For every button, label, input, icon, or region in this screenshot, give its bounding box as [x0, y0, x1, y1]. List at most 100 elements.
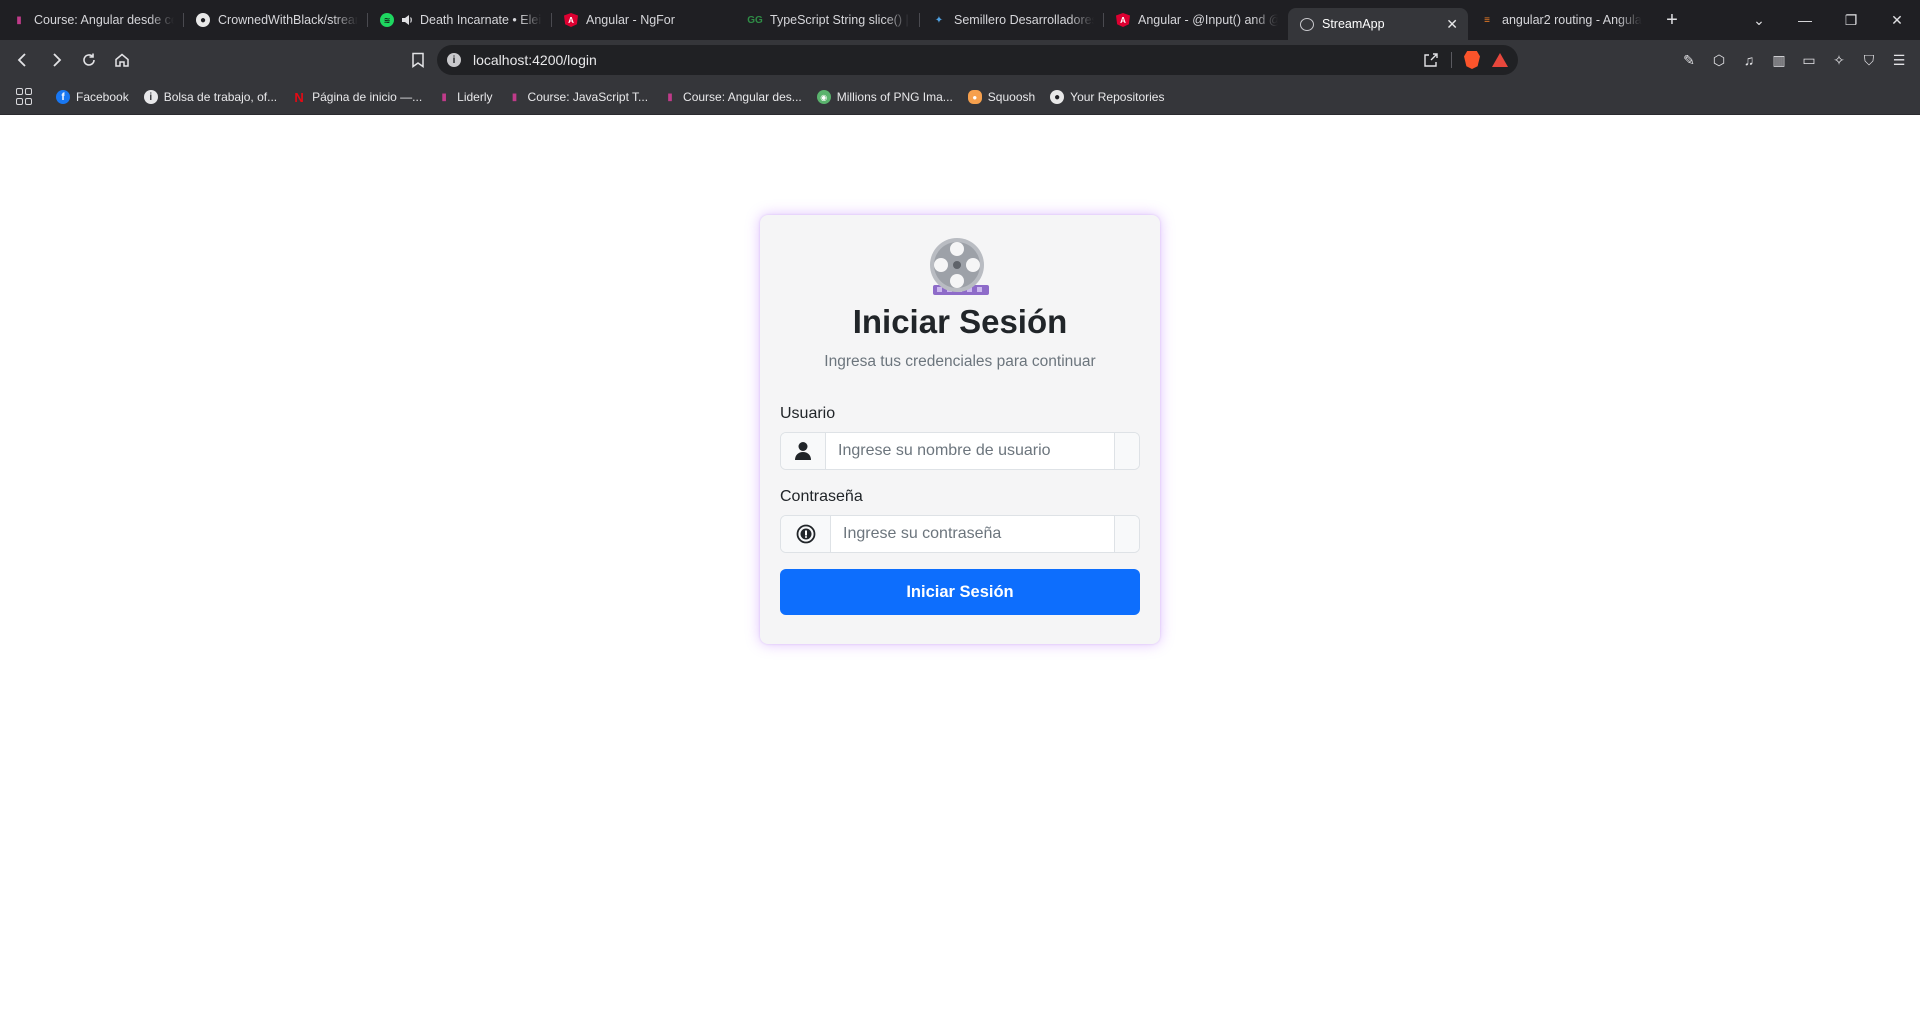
tab-streamapp[interactable]: StreamApp ✕ [1288, 8, 1468, 40]
course-icon: ▮ [511, 91, 518, 103]
tab-title: Angular - @Input() and @Output() [1138, 13, 1278, 27]
tab-title: Course: Angular desde cero [34, 13, 174, 27]
bookmark-label: Millions of PNG Ima... [836, 90, 953, 104]
tab-title: TypeScript String slice() | GeeksforGeek… [770, 13, 910, 27]
username-label: Usuario [780, 405, 836, 422]
tab-spotify[interactable]: ≋ Death Incarnate • Eleine [368, 5, 552, 35]
tab-github-streamapp[interactable]: ● CrownedWithBlack/streamapp [184, 5, 368, 35]
menu-icon[interactable]: ☰ [1888, 49, 1910, 71]
tab-strip: ▮ Course: Angular desde cero ● CrownedWi… [0, 0, 1920, 40]
home-button[interactable] [107, 45, 137, 75]
apps-grid-icon[interactable] [16, 88, 34, 106]
share-icon[interactable] [1423, 52, 1439, 68]
tab-stackoverflow[interactable]: ≡ angular2 routing - Angular [1468, 5, 1652, 35]
github-icon: ● [1050, 90, 1065, 104]
angular-icon: A [564, 13, 578, 27]
restore-button[interactable]: ❐ [1828, 12, 1874, 29]
tab-course-angular[interactable]: ▮ Course: Angular desde cero [0, 5, 184, 35]
tab-angular-input[interactable]: A Angular - @Input() and @Output() [1104, 5, 1288, 35]
media-music-icon[interactable]: ♫ [1738, 49, 1760, 71]
angular-icon: A [1116, 13, 1130, 27]
tab-semillero[interactable]: ✦ Semillero Desarrolladores [920, 5, 1104, 35]
close-window-button[interactable]: ✕ [1874, 12, 1920, 29]
tab-title: CrownedWithBlack/streamapp [218, 13, 358, 27]
tab-title: StreamApp [1322, 17, 1385, 31]
leo-ai-icon[interactable]: ✧ [1828, 49, 1850, 71]
brave-rewards-icon[interactable] [1492, 53, 1508, 67]
facebook-icon: f [56, 90, 70, 104]
password-input-suffix [1114, 516, 1139, 552]
login-card: Iniciar Sesión Ingresa tus credenciales … [760, 215, 1160, 644]
page-title: Iniciar Sesión [852, 303, 1068, 340]
forward-button[interactable] [41, 45, 71, 75]
pen-icon[interactable]: ✎ [1678, 49, 1700, 71]
home-icon [115, 53, 129, 67]
speaker-icon[interactable] [400, 13, 414, 27]
tab-angular-ngfor[interactable]: A Angular - NgFor [552, 5, 736, 35]
bookmark-bolsa-trabajo[interactable]: i Bolsa de trabajo, of... [143, 90, 278, 104]
site-info-icon[interactable]: i [447, 53, 461, 67]
bookmark-label: Facebook [76, 90, 129, 104]
bookmark-course-javascript[interactable]: ▮ Course: JavaScript T... [508, 90, 649, 104]
bookmark-page-button[interactable] [403, 45, 433, 75]
bookmark-liderly[interactable]: ▮ Liderly [437, 90, 492, 104]
tab-gfg-slice[interactable]: GG TypeScript String slice() | GeeksforG… [736, 5, 920, 35]
bookmark-squoosh[interactable]: ● Squoosh [967, 90, 1035, 104]
address-bar[interactable]: i localhost:4200/login [437, 45, 1518, 75]
info-icon: i [143, 90, 158, 104]
bookmark-course-angular[interactable]: ▮ Course: Angular des... [663, 90, 802, 104]
stackoverflow-icon: ≡ [1484, 14, 1490, 26]
reload-icon [83, 53, 95, 66]
back-arrow-icon [17, 53, 26, 67]
film-reel-icon [925, 235, 995, 299]
tab-title: Semillero Desarrolladores [954, 13, 1094, 27]
password-label: Contraseña [780, 488, 863, 505]
semillero-icon: ✦ [934, 14, 944, 26]
user-icon [781, 433, 826, 469]
lock-icon [781, 516, 831, 552]
vpn-shield-icon[interactable]: ⛉ [1858, 49, 1880, 71]
bookmark-label: Course: Angular des... [683, 90, 802, 104]
back-button[interactable] [8, 45, 38, 75]
course-icon: ▮ [16, 14, 22, 26]
wallet-icon[interactable]: ▭ [1798, 49, 1820, 71]
sidebar-icon[interactable]: ▥ [1768, 49, 1790, 71]
bookmark-label: Liderly [457, 90, 493, 104]
username-input-suffix [1114, 433, 1139, 469]
bookmark-icon [412, 52, 424, 68]
login-submit-button[interactable]: Iniciar Sesión [780, 569, 1140, 615]
tab-title: Death Incarnate • Eleine [420, 13, 542, 27]
course-icon: ▮ [441, 91, 447, 103]
tab-title: angular2 routing - Angular [1502, 13, 1642, 27]
pngimg-icon: ◉ [816, 90, 831, 104]
tab-title: Angular - NgFor [586, 13, 675, 27]
close-tab-icon[interactable]: ✕ [1446, 16, 1458, 33]
page-viewport: Iniciar Sesión Ingresa tus credenciales … [0, 115, 1920, 1032]
bookmark-pngimg[interactable]: ◉ Millions of PNG Ima... [816, 90, 953, 104]
bookmark-facebook[interactable]: f Facebook [56, 90, 129, 104]
bookmark-label: Course: JavaScript T... [527, 90, 649, 104]
browser-toolbar: i localhost:4200/login ✎ ⬡ ♫ ▥ ▭ ✧ ⛉ ☰ [0, 40, 1920, 80]
course-icon: ▮ [667, 91, 673, 103]
extensions-icon[interactable]: ⬡ [1708, 49, 1730, 71]
brave-shields-icon[interactable] [1464, 51, 1480, 69]
minimize-button[interactable]: — [1782, 12, 1828, 28]
github-icon: ● [196, 13, 210, 27]
reload-button[interactable] [74, 45, 104, 75]
username-input[interactable] [826, 433, 1114, 469]
password-input-group [780, 515, 1140, 553]
tab-list-chevron-icon[interactable]: ⌄ [1736, 12, 1782, 29]
bookmark-netflix[interactable]: N Página de inicio —... [292, 89, 423, 105]
bookmark-your-repositories[interactable]: ● Your Repositories [1050, 90, 1164, 104]
new-tab-button[interactable]: + [1656, 9, 1688, 32]
url-text[interactable]: localhost:4200/login [473, 52, 1423, 68]
bookmark-label: Bolsa de trabajo, of... [163, 90, 278, 104]
bookmark-label: Página de inicio —... [312, 90, 423, 104]
page-subtitle: Ingresa tus credenciales para continuar [824, 353, 1096, 370]
netflix-icon: N [294, 89, 304, 105]
forward-arrow-icon [53, 53, 62, 67]
bookmark-label: Your Repositories [1070, 90, 1165, 104]
gfg-icon: GG [747, 14, 763, 26]
password-input[interactable] [831, 516, 1114, 552]
username-input-group [780, 432, 1140, 470]
